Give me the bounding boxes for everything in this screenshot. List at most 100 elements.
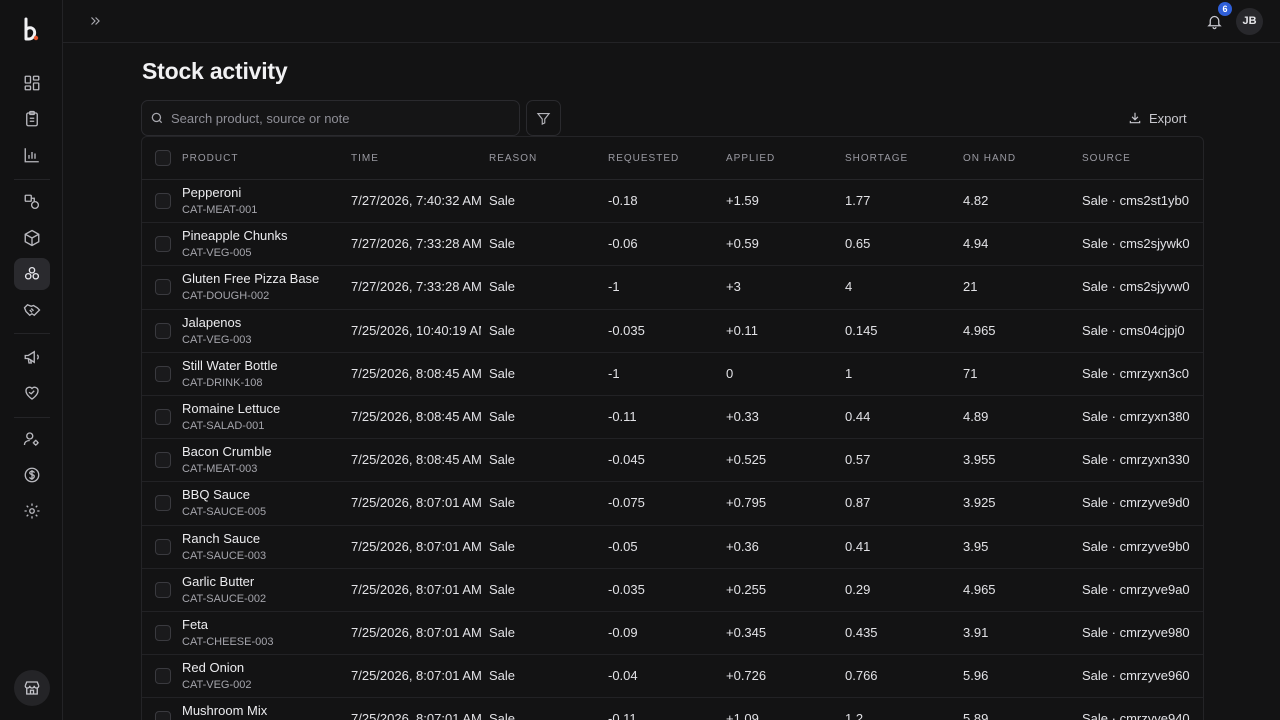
table-header: Product Time Reason Requested Applied Sh… [142, 137, 1203, 180]
cell-reason: Sale [489, 236, 516, 252]
table-row[interactable]: Ranch Sauce CAT-SAUCE-003 7/25/2026, 8:07:… [142, 526, 1203, 569]
row-checkbox[interactable] [155, 495, 171, 512]
cell-source[interactable]: Sale · cmrzyve960 [1082, 668, 1202, 683]
product-name: Jalapenos [182, 314, 242, 330]
cell-on-hand: 3.95 [963, 538, 989, 554]
cell-source[interactable]: Sale · cmrzyve980 [1082, 625, 1202, 640]
row-checkbox[interactable] [155, 581, 171, 598]
search-input[interactable] [171, 101, 511, 135]
nav-orders[interactable] [14, 103, 50, 135]
user-avatar[interactable]: JB [1236, 8, 1263, 35]
chevrons-right-icon [91, 17, 100, 25]
header-source[interactable]: Source [1082, 153, 1131, 164]
product-sku: CAT-MEAT-001 [182, 204, 258, 216]
row-checkbox[interactable] [155, 279, 171, 296]
cell-reason: Sale [489, 365, 516, 381]
cell-time: 7/25/2026, 8:07:01 AM [351, 581, 481, 597]
cell-source[interactable]: Sale · cms04cjpj0 [1082, 323, 1202, 338]
product-sku: CAT-VEG-005 [182, 247, 252, 260]
nav-stock[interactable] [14, 258, 50, 290]
nav-settings[interactable] [14, 495, 50, 527]
nav-categories[interactable] [14, 186, 50, 218]
table-row[interactable]: Pineapple Chunks CAT-VEG-005 7/27/2026, 7:… [142, 223, 1203, 267]
dashboard-icon [24, 75, 40, 91]
row-checkbox[interactable] [155, 193, 171, 209]
select-all-checkbox[interactable] [155, 150, 171, 166]
cell-reason: Sale [489, 581, 516, 597]
cell-source[interactable]: Sale · cmrzyve9a0 [1082, 582, 1202, 597]
row-checkbox[interactable] [155, 538, 171, 555]
row-checkbox[interactable] [155, 668, 171, 685]
cell-on-hand: 3.955 [963, 452, 996, 468]
header-product[interactable]: Product [182, 153, 238, 164]
table-row[interactable]: Jalapenos CAT-VEG-003 7/25/2026, 10:40:19 … [142, 310, 1203, 353]
row-checkbox[interactable] [155, 625, 171, 641]
table-row[interactable]: Red Onion CAT-VEG-002 7/25/2026, 8:07:01 A… [142, 655, 1203, 699]
store-switcher-button[interactable] [14, 670, 50, 706]
row-checkbox[interactable] [155, 322, 171, 339]
cell-source[interactable]: Sale · cmrzyve9b0 [1082, 539, 1202, 554]
product-name: Still Water Bottle [182, 357, 278, 373]
cell-on-hand: 71 [963, 365, 978, 381]
table-row[interactable]: Mushroom Mix 7/25/2026, 8:07:01 AM Sale -0.… [142, 698, 1203, 720]
table-row[interactable]: Garlic Butter CAT-SAUCE-002 7/25/2026, 8:0… [142, 569, 1203, 612]
nav-reports[interactable] [14, 139, 50, 171]
download-icon [1129, 112, 1141, 124]
cell-source[interactable]: Sale · cmrzyve9d0 [1082, 495, 1202, 510]
row-checkbox[interactable] [155, 365, 171, 382]
cell-source[interactable]: Sale · cms2sjywk0 [1082, 236, 1202, 251]
cell-reason: Sale [489, 322, 516, 338]
cell-source[interactable]: Sale · cmrzyxn3c0 [1082, 366, 1202, 381]
row-checkbox[interactable] [155, 236, 171, 253]
cell-shortage: 0.29 [845, 581, 871, 597]
row-checkbox[interactable] [155, 711, 171, 720]
product-name: Gluten Free Pizza Base [182, 271, 320, 287]
cell-source[interactable]: Sale · cmrzyxn330 [1082, 452, 1202, 467]
header-reason[interactable]: Reason [489, 153, 537, 164]
row-checkbox[interactable] [155, 409, 171, 425]
user-cog-icon [23, 432, 39, 446]
nav-users[interactable] [14, 423, 50, 455]
cell-source[interactable]: Sale · cmrzyve940 [1082, 711, 1202, 720]
expand-sidebar-button[interactable] [85, 11, 105, 31]
header-time[interactable]: Time [351, 153, 379, 164]
cell-reason: Sale [489, 625, 516, 640]
header-applied[interactable]: Applied [726, 153, 775, 164]
cell-time: 7/25/2026, 8:08:45 AM [351, 409, 481, 424]
row-checkbox[interactable] [155, 452, 171, 469]
export-button[interactable]: Export [1128, 104, 1200, 132]
header-requested[interactable]: Requested [608, 153, 679, 164]
nav-finance[interactable] [14, 459, 50, 491]
header-on-hand[interactable]: On hand [963, 153, 1016, 164]
table-row[interactable]: Bacon Crumble CAT-MEAT-003 7/25/2026, 8:08… [142, 439, 1203, 483]
cell-source[interactable]: Sale · cmrzyxn380 [1082, 409, 1202, 424]
cell-on-hand: 4.965 [963, 322, 996, 338]
table-row[interactable]: Feta CAT-CHEESE-003 7/25/2026, 8:07:01 AM S… [142, 612, 1203, 656]
nav-marketing[interactable] [14, 341, 50, 373]
table-row[interactable]: Still Water Bottle CAT-DRINK-108 7/25/2026… [142, 353, 1203, 396]
clipboard-icon [26, 110, 38, 127]
table-row[interactable]: BBQ Sauce CAT-SAUCE-005 7/25/2026, 8:07:01… [142, 482, 1203, 526]
table-row[interactable]: Pepperoni CAT-MEAT-001 7/27/2026, 7:40:32 … [142, 180, 1203, 224]
cell-reason: Sale [489, 279, 516, 295]
cell-requested: -0.06 [608, 236, 638, 252]
cell-source[interactable]: Sale · cms2sjyvw0 [1082, 279, 1202, 294]
table-row[interactable]: Gluten Free Pizza Base CAT-DOUGH-002 7/27/… [142, 266, 1203, 310]
product-name: Ranch Sauce [182, 530, 261, 546]
cell-requested: -0.075 [608, 495, 645, 511]
cell-source[interactable]: Sale · cms2st1yb0 [1082, 193, 1202, 208]
cell-on-hand: 4.94 [963, 236, 989, 252]
filter-icon [536, 112, 551, 125]
header-shortage[interactable]: Shortage [845, 153, 908, 164]
cell-on-hand: 4.89 [963, 409, 989, 424]
cell-reason: Sale [489, 193, 516, 208]
table-row[interactable]: Romaine Lettuce CAT-SALAD-001 7/25/2026, 8… [142, 396, 1203, 440]
cell-reason: Sale [489, 711, 516, 720]
product-name: Pepperoni [182, 185, 242, 200]
nav-dashboard[interactable] [14, 67, 50, 99]
app-logo[interactable] [22, 17, 42, 43]
filter-button[interactable] [526, 100, 561, 136]
nav-loyalty[interactable] [14, 377, 50, 409]
nav-suppliers[interactable] [14, 294, 50, 326]
nav-products[interactable] [14, 222, 50, 254]
